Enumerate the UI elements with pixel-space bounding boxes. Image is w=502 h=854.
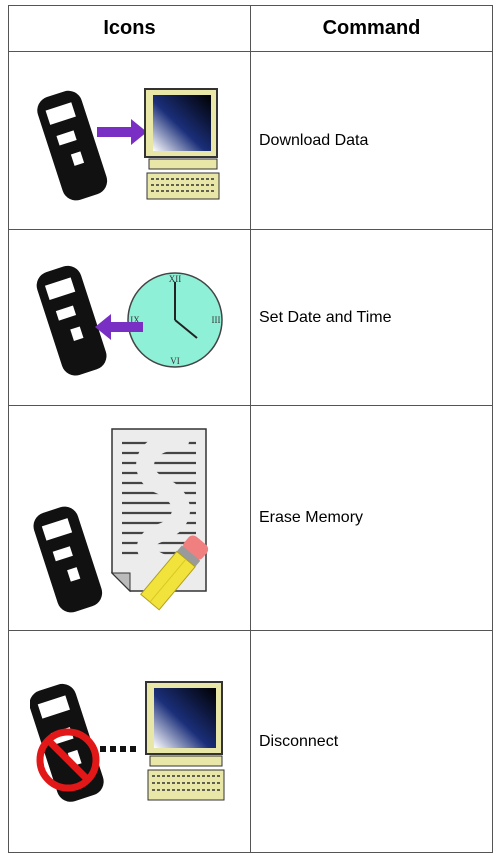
icons-header: Icons xyxy=(8,5,251,52)
download-data-icon xyxy=(36,87,219,200)
clock-numeral-vi: VI xyxy=(170,356,180,366)
command-label: Disconnect xyxy=(250,630,493,853)
command-header: Command xyxy=(250,5,493,52)
clock-numeral-iii: III xyxy=(211,315,220,325)
icon-cell xyxy=(8,630,251,853)
header-row: Icons Command xyxy=(8,5,493,52)
command-label: Download Data xyxy=(250,51,493,230)
disconnect-icon xyxy=(29,680,224,802)
icon-cell xyxy=(8,51,251,230)
erase-memory-icon xyxy=(33,428,208,613)
icon-cell: XII III VI IX xyxy=(8,229,251,406)
icon-cell xyxy=(8,405,251,631)
command-table: Icons Command Download Data XII III VI I… xyxy=(8,5,493,853)
table-row: Disconnect xyxy=(8,630,493,853)
table-row: Erase Memory xyxy=(8,405,493,631)
table-row: XII III VI IX Set Date and Time xyxy=(8,229,493,406)
command-label: Erase Memory xyxy=(250,405,493,631)
clock-numeral-xii: XII xyxy=(168,274,181,284)
set-date-time-icon: XII III VI IX xyxy=(36,265,223,376)
command-label: Set Date and Time xyxy=(250,229,493,406)
table-row: Download Data xyxy=(8,51,493,230)
